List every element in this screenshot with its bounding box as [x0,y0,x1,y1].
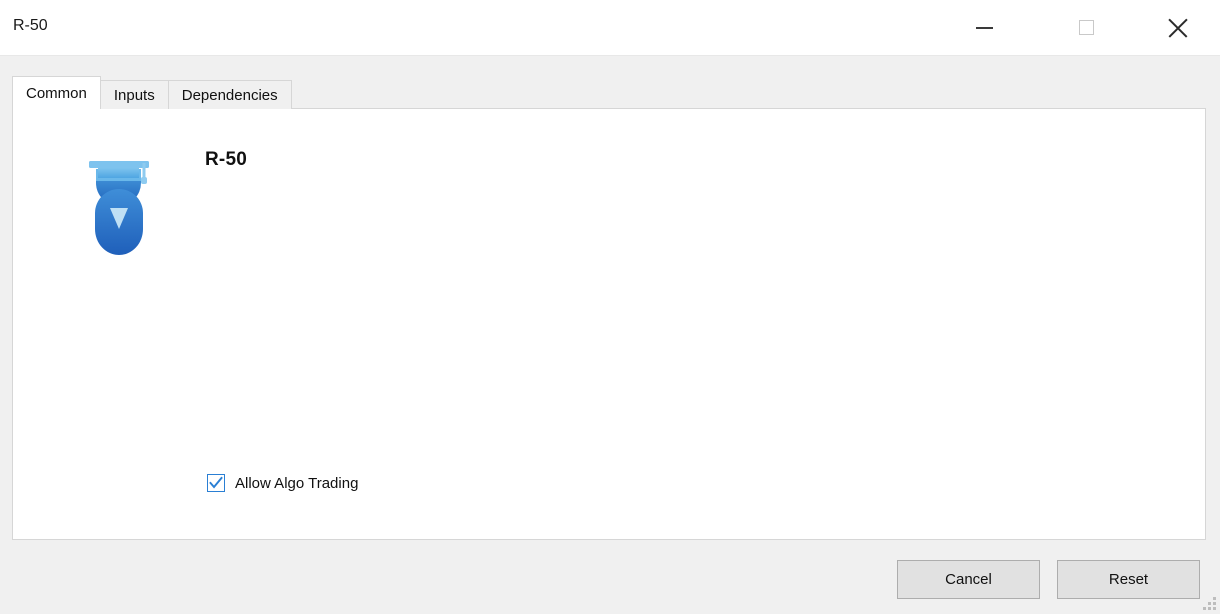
close-button[interactable] [1147,0,1209,55]
allow-algo-trading-row[interactable]: Allow Algo Trading [207,471,358,495]
checkmark-icon [209,476,223,489]
resize-grip[interactable] [1203,597,1217,611]
expert-advisor-graduate-icon [81,151,157,259]
allow-algo-trading-label: Allow Algo Trading [235,474,359,492]
tab-common-label: Common [26,84,87,102]
cancel-button[interactable]: Cancel [897,560,1040,599]
close-icon [1168,18,1188,38]
common-tab-panel: R-50 Allow Algo Trading [12,108,1206,540]
minimize-button[interactable] [953,0,1015,55]
maximize-button[interactable] [1055,0,1117,55]
expert-name-heading: R-50 [205,149,247,170]
tab-strip: Common Inputs Dependencies [12,76,292,110]
tab-inputs-label: Inputs [113,86,155,104]
tab-dependencies[interactable]: Dependencies [167,80,292,109]
title-bar: R-50 [0,0,1220,56]
maximize-icon [1078,20,1094,35]
tab-common[interactable]: Common [12,76,101,110]
tab-inputs[interactable]: Inputs [99,80,169,109]
window-title: R-50 [13,17,48,34]
allow-algo-trading-checkbox[interactable] [207,474,225,492]
minimize-icon [975,26,993,29]
reset-button[interactable]: Reset [1057,560,1200,599]
tab-dependencies-label: Dependencies [181,86,278,104]
